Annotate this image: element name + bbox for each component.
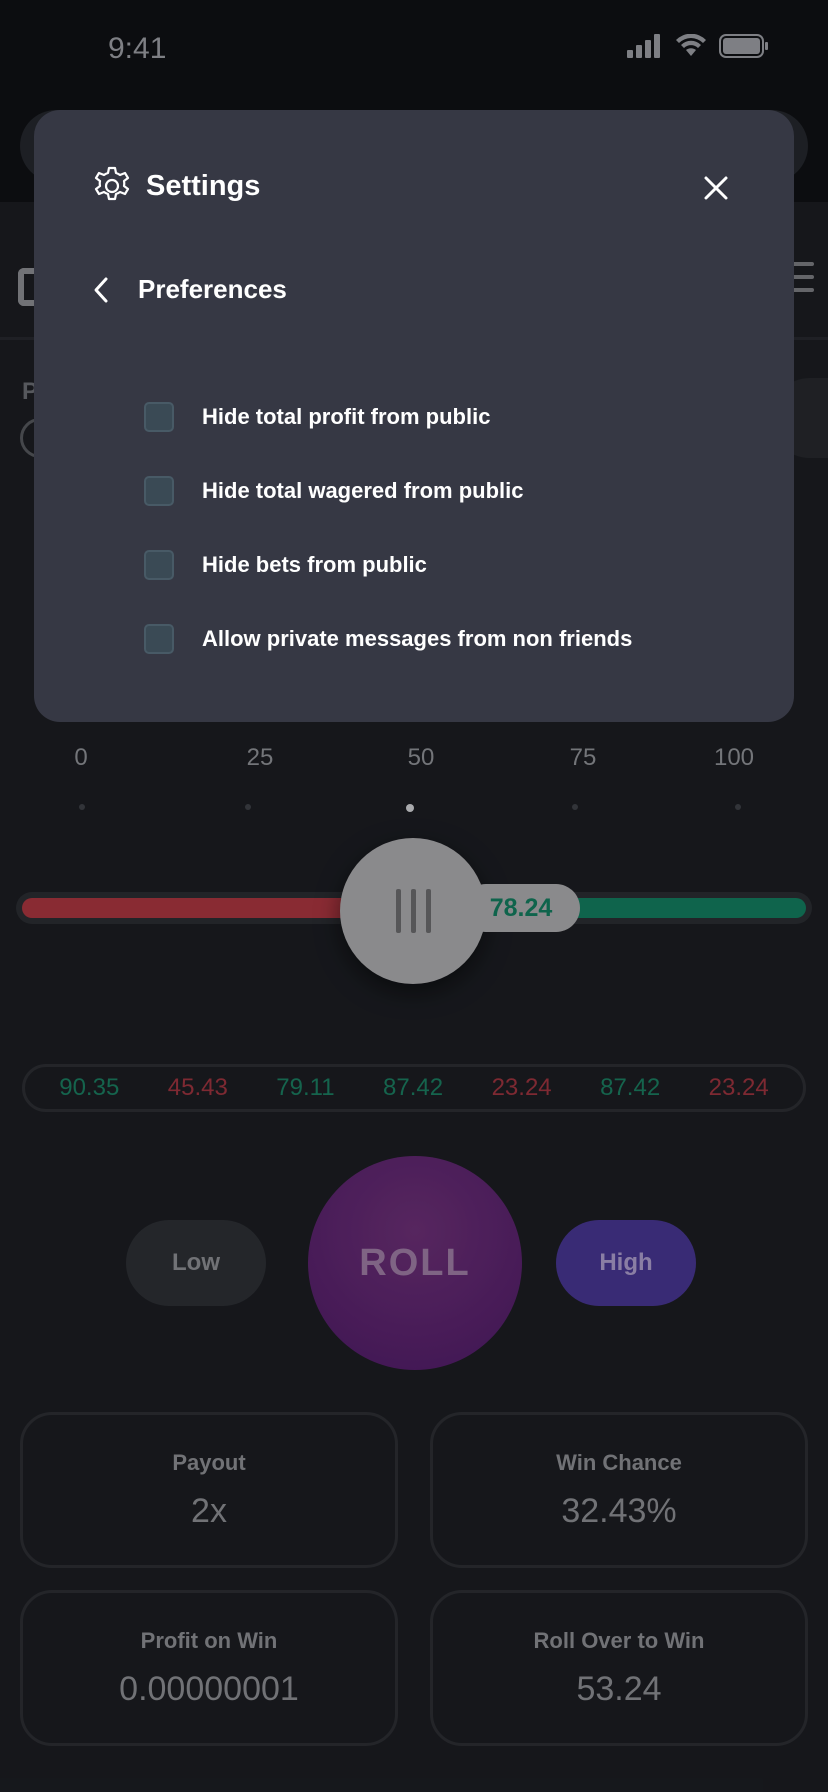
option-label: Allow private messages from non friends (202, 626, 633, 651)
chevron-left-icon[interactable] (92, 275, 110, 305)
gear-icon (94, 166, 130, 201)
option-label: Hide bets from public (202, 552, 427, 577)
modal-title: Settings (146, 169, 261, 202)
settings-modal: Settings Preferences Hide total profit f… (34, 110, 794, 722)
modal-header: Settings (92, 166, 260, 206)
checkbox[interactable] (144, 402, 174, 432)
checkbox[interactable] (144, 624, 174, 654)
preferences-breadcrumb[interactable]: Preferences (92, 274, 287, 305)
option-hide-bets[interactable]: Hide bets from public (144, 528, 632, 602)
checkbox[interactable] (144, 476, 174, 506)
option-hide-wagered[interactable]: Hide total wagered from public (144, 454, 632, 528)
option-label: Hide total wagered from public (202, 478, 524, 503)
option-allow-messages[interactable]: Allow private messages from non friends (144, 602, 632, 676)
option-label: Hide total profit from public (202, 404, 491, 429)
checkbox[interactable] (144, 550, 174, 580)
close-icon[interactable] (700, 172, 732, 204)
preference-options: Hide total profit from public Hide total… (144, 380, 632, 676)
option-hide-profit[interactable]: Hide total profit from public (144, 380, 632, 454)
preferences-title: Preferences (138, 274, 287, 304)
